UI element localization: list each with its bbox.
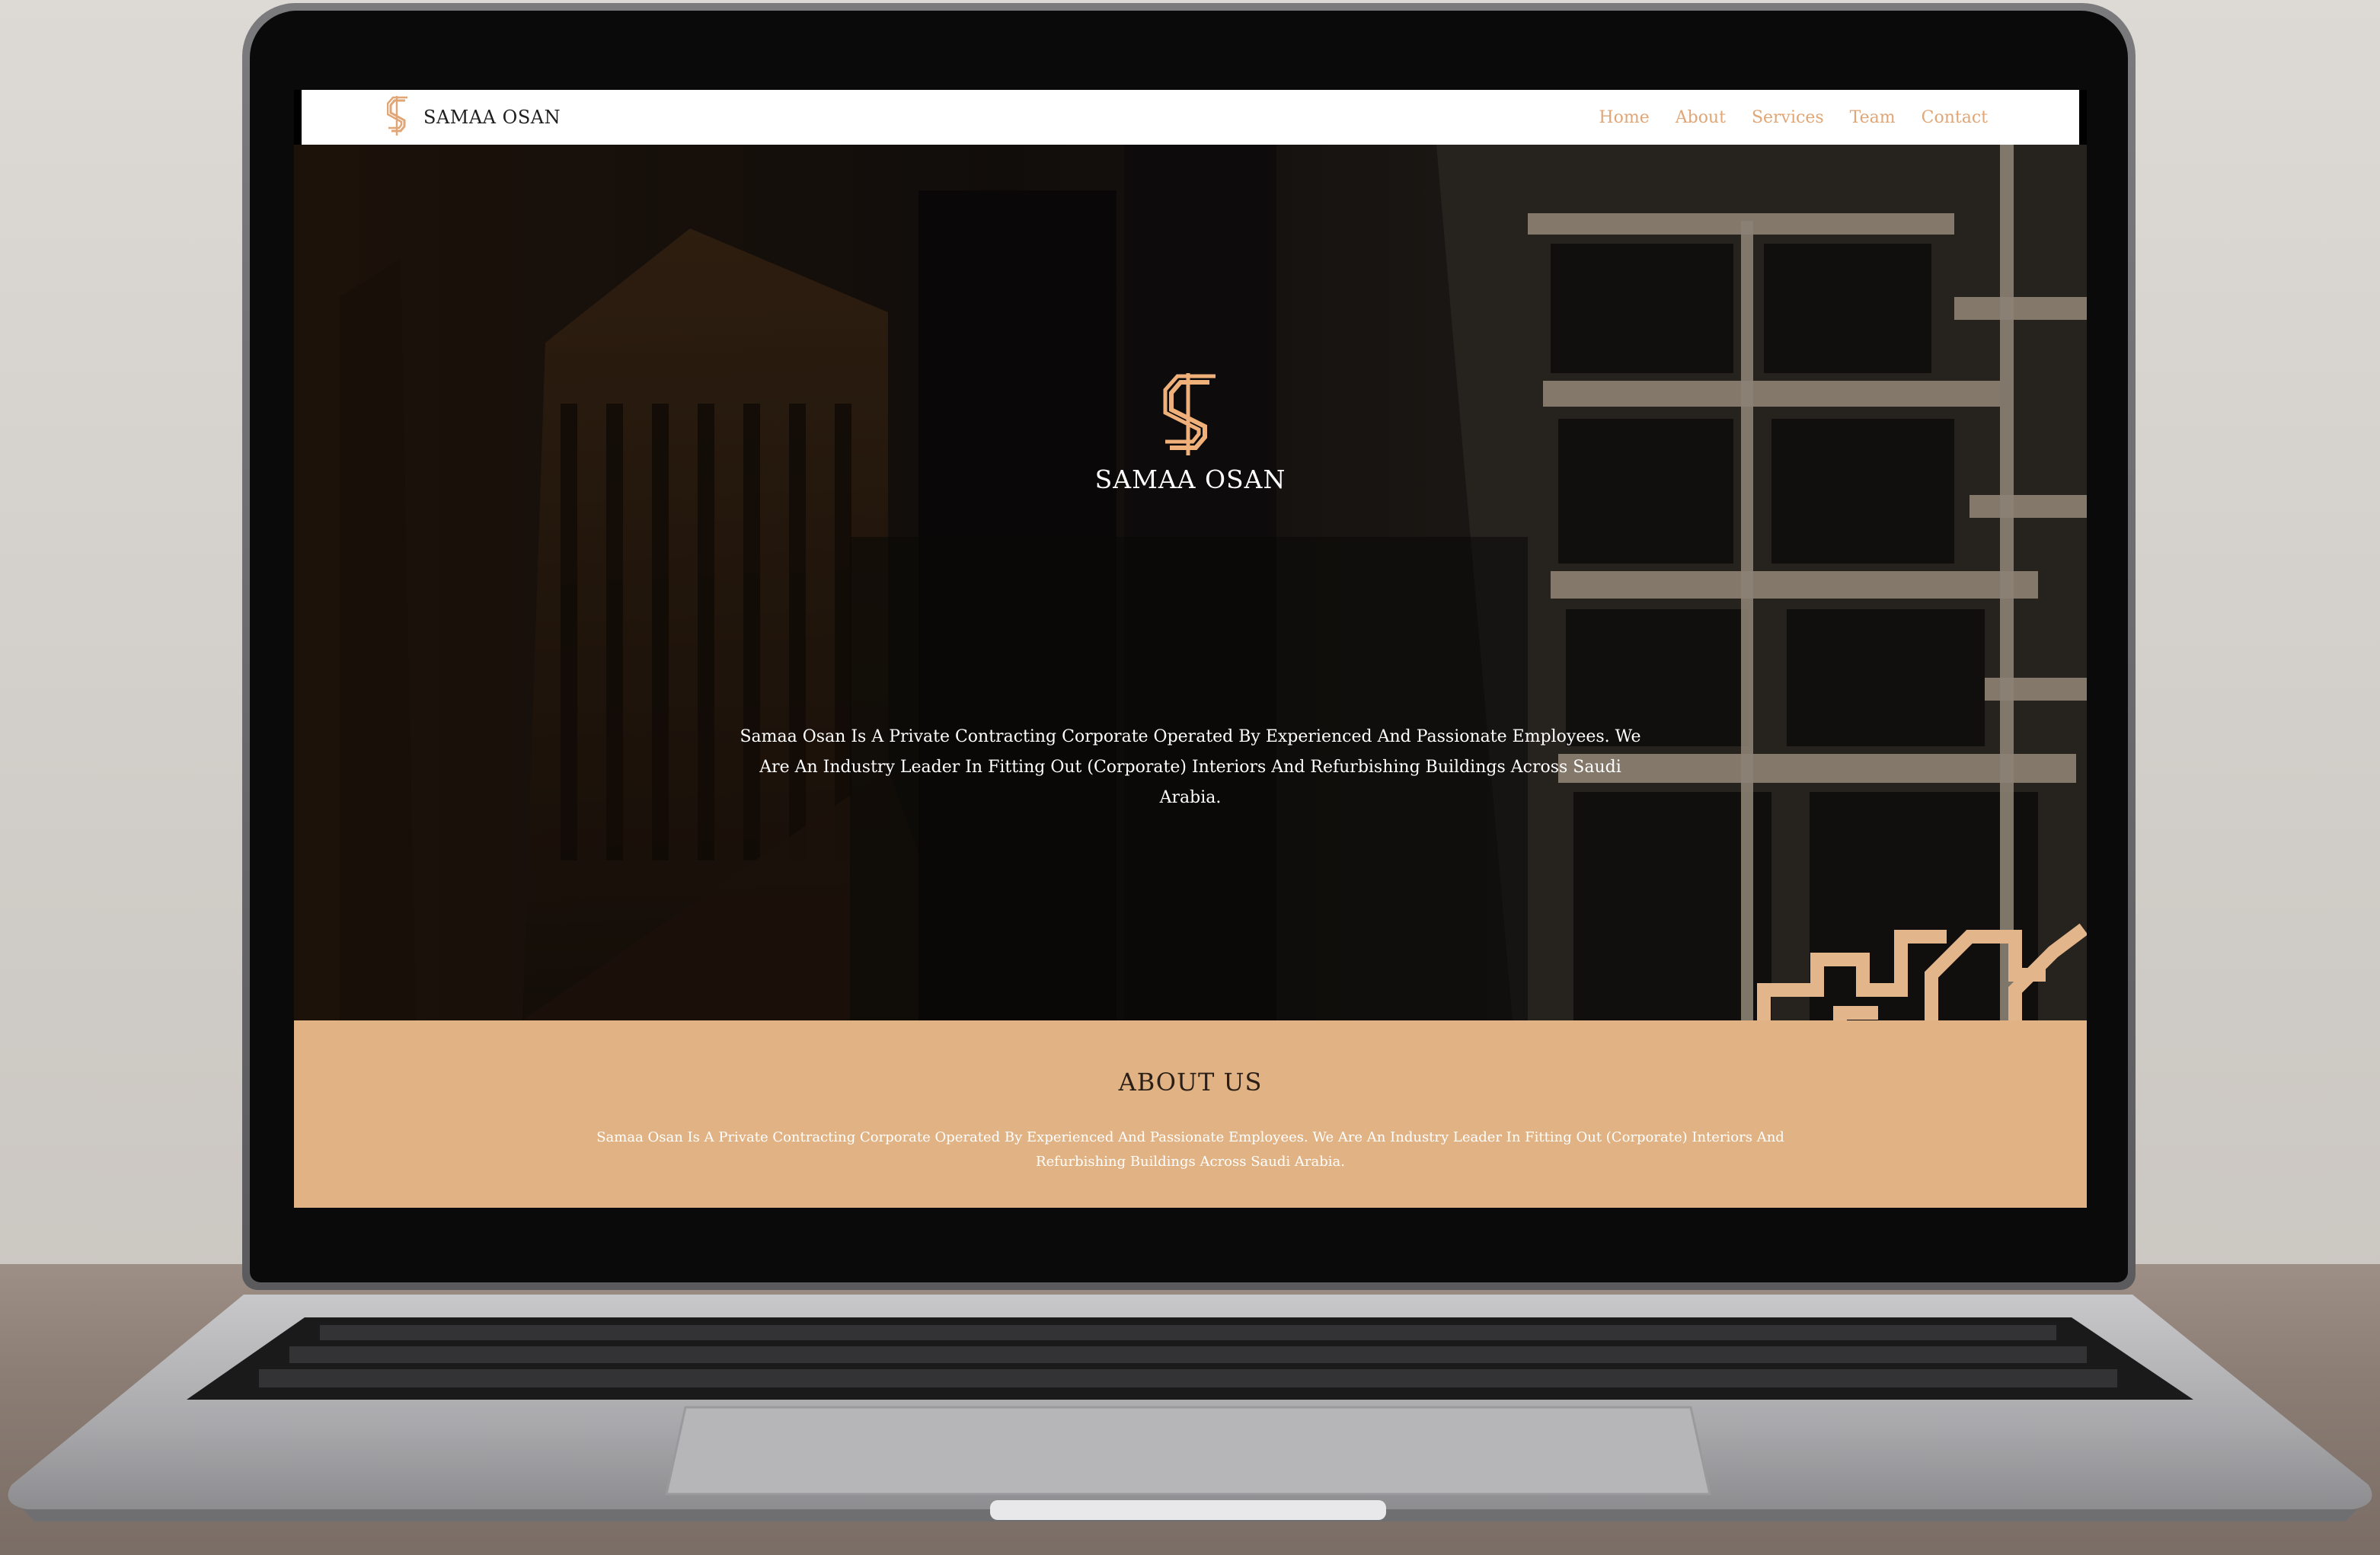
hero-background-image [294,145,2087,1020]
laptop-mockup-scene: SAMAA OSAN Home About Services Team Cont… [0,0,2380,1555]
website-screen: SAMAA OSAN Home About Services Team Cont… [294,90,2087,1208]
hero-section: SAMAA OSAN Samaa Osan Is A Private Contr… [294,145,2087,1020]
hero-title: SAMAA OSAN [1094,465,1286,494]
s-logo-icon [386,94,410,141]
nav-contact[interactable]: Contact [1922,108,1988,127]
nav-team[interactable]: Team [1850,108,1896,127]
laptop-keyboard-base [0,1295,2380,1523]
about-section: ABOUT US Samaa Osan Is A Private Contrac… [294,1020,2087,1208]
nav-services[interactable]: Services [1752,108,1824,127]
brand[interactable]: SAMAA OSAN [386,94,561,141]
s-logo-icon [1162,373,1219,457]
nav-home[interactable]: Home [1599,108,1649,127]
about-title: ABOUT US [1118,1068,1263,1097]
about-description: Samaa Osan Is A Private Contracting Corp… [596,1129,1784,1170]
nav-about[interactable]: About [1676,108,1726,127]
top-navbar: SAMAA OSAN Home About Services Team Cont… [302,90,2079,145]
nav-links: Home About Services Team Contact [1599,108,1988,127]
brand-name: SAMAA OSAN [423,107,561,128]
hero-description: Samaa Osan Is A Private Contracting Corp… [740,727,1641,807]
